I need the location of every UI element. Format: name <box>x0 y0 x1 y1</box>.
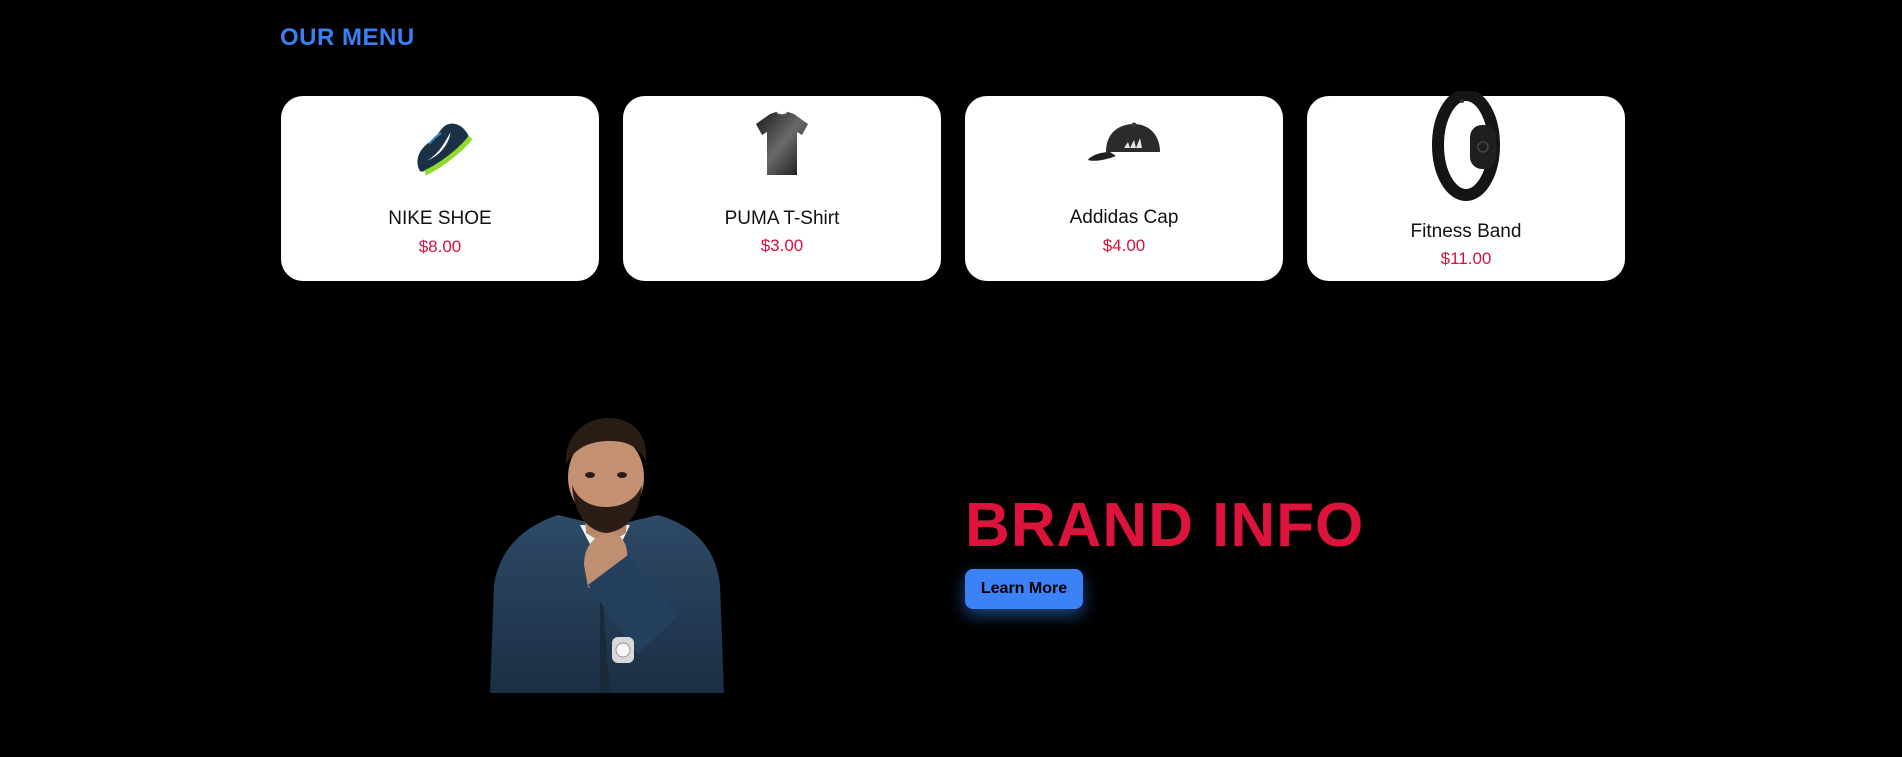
fitness-band-icon <box>1426 91 1506 203</box>
item-name: NIKE SHOE <box>388 208 492 229</box>
menu-card[interactable]: PUMA T-Shirt $3.00 <box>623 96 941 281</box>
menu-card[interactable]: Fitness Band $11.00 <box>1307 91 1625 281</box>
item-price: $11.00 <box>1440 249 1492 268</box>
menu-card[interactable]: NIKE SHOE $8.00 <box>281 96 599 281</box>
brand-ambassador-image <box>488 415 728 693</box>
cap-icon <box>1084 118 1164 170</box>
item-price: $3.00 <box>760 236 804 255</box>
item-name: Addidas Cap <box>1069 207 1179 228</box>
item-price: $8.00 <box>418 237 462 256</box>
item-price: $4.00 <box>1102 236 1146 255</box>
item-name: PUMA T-Shirt <box>724 208 840 229</box>
item-name: Fitness Band <box>1410 221 1522 242</box>
shoe-icon <box>400 106 480 186</box>
tshirt-icon <box>752 111 812 177</box>
menu-heading: OUR MENU <box>280 24 415 51</box>
brand-title: BRAND INFO <box>965 491 1365 560</box>
learn-more-button[interactable]: Learn More <box>965 569 1083 609</box>
menu-card[interactable]: Addidas Cap $4.00 <box>965 96 1283 281</box>
